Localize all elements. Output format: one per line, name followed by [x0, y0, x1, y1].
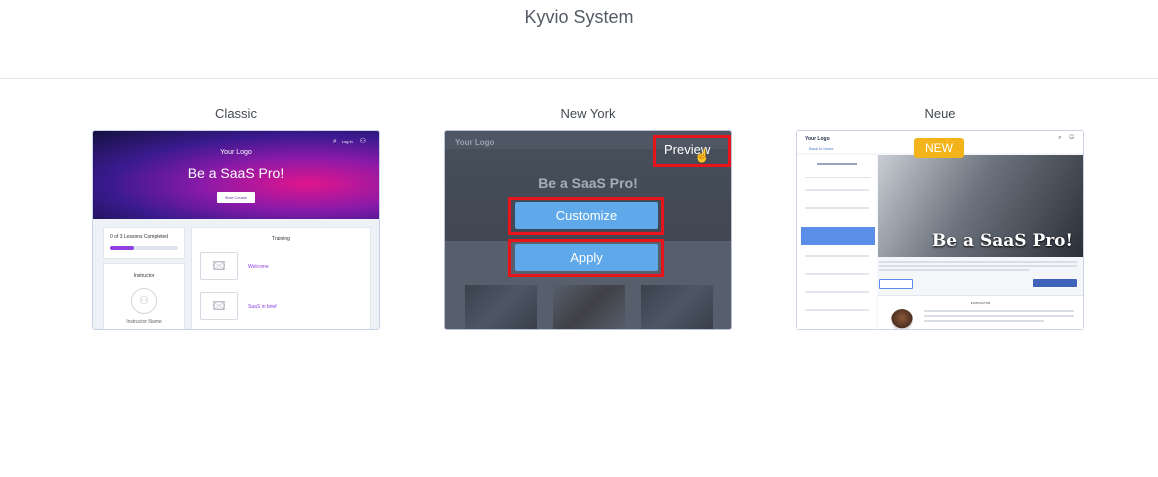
classic-training-box: Training 🖾 Welcome 🖾 SaaS in brief	[191, 227, 371, 329]
neue-primary-button	[1033, 279, 1077, 287]
classic-instructor-heading: Instructor	[133, 273, 155, 279]
classic-instructor-name: Instructor Name	[126, 319, 162, 325]
neue-sidebar-row	[805, 255, 869, 257]
hand-cursor-icon: ☝	[694, 148, 711, 163]
lesson-title: Welcome	[248, 264, 269, 270]
neue-sidebar-row	[805, 207, 869, 209]
lesson-image-icon: 🖾	[200, 252, 238, 280]
theme-card-classic[interactable]: ⌕Log in ⚇ Your Logo Be a SaaS Pro! Start…	[92, 130, 380, 330]
lesson-title: SaaS in brief	[248, 304, 277, 310]
classic-body: 0 of 3 Lessons Completed Instructor ⚇ In…	[93, 219, 379, 329]
login-link: Log in	[341, 139, 353, 144]
neue-outline-button	[879, 279, 913, 289]
user-icon: ⚇	[1069, 135, 1077, 141]
neue-sidebar-row	[805, 189, 869, 191]
neue-sidebar-divider	[805, 177, 871, 178]
user-icon: ⚇	[359, 138, 371, 145]
apply-button[interactable]: Apply	[515, 244, 658, 271]
ny-logo: Your Logo	[455, 138, 495, 147]
theme-label-classic: Classic	[215, 106, 257, 121]
neue-text-line	[924, 310, 1074, 312]
neue-text-line	[924, 320, 1044, 322]
lesson-image-icon: 🖾	[200, 292, 238, 320]
neue-sidebar-row	[805, 273, 869, 275]
neue-text-line	[879, 265, 1077, 267]
header-divider	[0, 78, 1158, 79]
neue-sidebar-row	[805, 309, 869, 311]
customize-button[interactable]: Customize	[515, 202, 658, 229]
ny-headline: Be a SaaS Pro!	[538, 175, 638, 191]
neue-headline: Be a SaaS Pro!	[931, 231, 1073, 251]
classic-headline: Be a SaaS Pro!	[187, 165, 285, 181]
neue-hero-image: Be a SaaS Pro!	[878, 155, 1083, 257]
neue-instructor-heading: INSTRUCTOR	[970, 301, 991, 305]
classic-progress-box: 0 of 3 Lessons Completed	[103, 227, 185, 259]
neue-logo: Your Logo	[805, 136, 830, 142]
neue-sidebar-row	[805, 291, 869, 293]
neue-instructor-avatar	[891, 309, 913, 329]
neue-sidebar-active-row	[801, 227, 875, 245]
search-icon: ⌕	[1058, 135, 1065, 141]
classic-progress-fill	[110, 246, 134, 250]
neue-text-line	[924, 315, 1074, 317]
neue-sidebar-heading-line	[817, 163, 857, 165]
instructor-avatar-icon: ⚇	[131, 288, 157, 314]
search-icon: ⌕	[332, 138, 342, 145]
neue-header-icons: ⌕ ⚇	[1058, 135, 1077, 142]
classic-progress-label: 0 of 3 Lessons Completed	[110, 234, 169, 240]
neue-text-line	[879, 269, 1029, 271]
neue-sidebar	[797, 155, 877, 329]
page-title: Kyvio System	[524, 7, 634, 27]
classic-logo: Your Logo	[220, 149, 252, 156]
classic-instructor-box: Instructor ⚇ Instructor Name	[103, 263, 185, 329]
classic-training-heading: Training	[272, 236, 290, 242]
neue-back-link: Back to home	[809, 146, 834, 151]
theme-card-neue[interactable]: Your Logo Back to home ⌕ ⚇ Be a SaaS Pro…	[796, 130, 1084, 330]
theme-label-new-york: New York	[560, 106, 616, 121]
classic-cta-button: Start Course	[217, 192, 255, 203]
classic-header-icons: ⌕Log in ⚇	[333, 137, 371, 146]
theme-label-neue: Neue	[924, 106, 956, 121]
neue-text-line	[879, 261, 1077, 263]
new-badge: NEW	[914, 138, 964, 158]
